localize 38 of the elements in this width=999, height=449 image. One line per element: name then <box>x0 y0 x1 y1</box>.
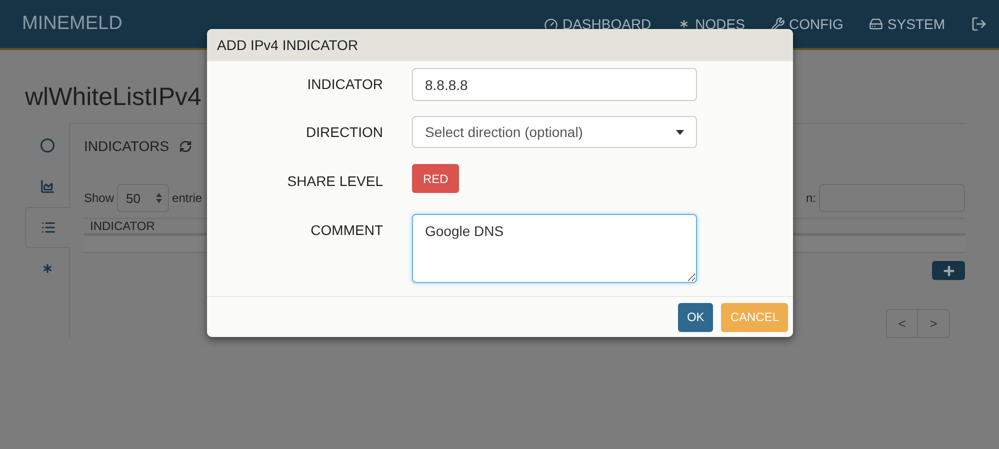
comment-field[interactable]: Google DNS <box>412 214 697 283</box>
hard-drive-icon <box>869 17 884 31</box>
circle-icon <box>40 138 54 153</box>
gauge-icon <box>544 17 558 31</box>
search-label: n: <box>806 191 816 205</box>
list-icon <box>40 220 56 235</box>
logout-link[interactable] <box>971 16 987 32</box>
logout-icon <box>971 16 987 32</box>
plus-icon <box>942 264 956 278</box>
caret-icon <box>676 130 684 134</box>
area-chart-icon <box>40 179 54 194</box>
field-label: COMMENT <box>310 221 383 240</box>
brand-name: MINEMELD <box>22 13 124 35</box>
add-button[interactable] <box>932 261 965 280</box>
pager-button[interactable]: < <box>886 309 918 338</box>
field-label: INDICATOR <box>306 75 383 94</box>
direction-select[interactable]: Select direction (optional) <box>412 116 697 148</box>
nav-link[interactable]: SYSTEM <box>869 16 945 32</box>
indicator-field[interactable]: 8.8.8.8 <box>412 68 697 101</box>
show-label: Show <box>84 191 114 205</box>
field-label: DIRECTION <box>305 123 383 142</box>
refresh-icon[interactable] <box>179 140 192 152</box>
pager-button[interactable]: > <box>918 309 950 338</box>
wrench-icon <box>770 17 785 31</box>
side-tab[interactable] <box>25 207 70 248</box>
page-size-select[interactable]: 50 <box>117 184 170 212</box>
nav-link[interactable]: CONFIG <box>770 16 844 32</box>
share-level-button[interactable]: RED <box>412 164 460 193</box>
nav-link[interactable]: NODES <box>677 16 745 32</box>
panel-title: INDICATORS <box>84 138 170 154</box>
dialog-title: ADD IPv4 INDICATOR <box>217 37 358 53</box>
field-label: SHARE LEVEL <box>286 172 383 191</box>
entries-label: entrie <box>172 191 202 205</box>
sort-arrows-icon <box>156 193 162 203</box>
nav-link[interactable]: DASHBOARD <box>544 16 652 32</box>
page-title: wlWhiteListIPv4 <box>25 82 202 113</box>
column-header: INDICATOR <box>90 219 155 233</box>
ok-button[interactable]: OK <box>678 302 714 332</box>
